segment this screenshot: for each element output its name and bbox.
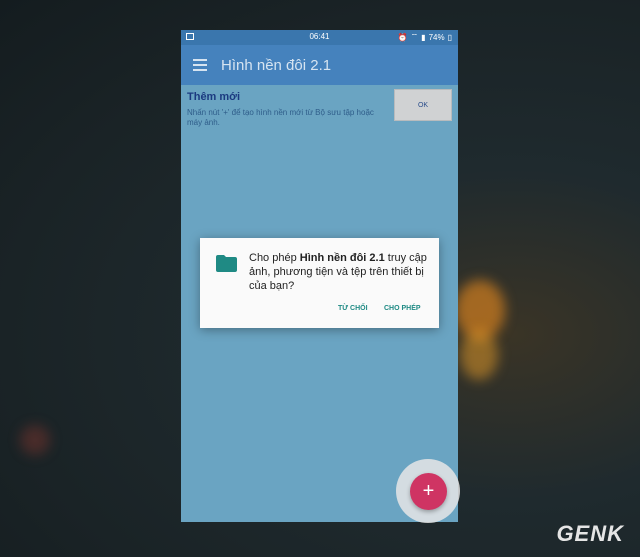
content-title: Thêm mới — [187, 91, 241, 103]
battery-percent: 74% — [428, 32, 445, 42]
dialog-app-name: Hình nền đôi 2.1 — [299, 252, 385, 264]
genk-watermark-logo: GENK — [556, 521, 624, 546]
status-bar: 06:41 ⏰ ⌔ ▮ 74% ▯ — [181, 30, 458, 45]
background-bokeh — [460, 330, 498, 380]
status-icons: ⏰ ⌔ ▮ 74% ▯ — [398, 32, 452, 42]
permission-dialog: Cho phép Hình nền đôi 2.1 truy cập ảnh, … — [200, 238, 439, 328]
background-bokeh — [20, 425, 50, 455]
allow-button[interactable]: CHO PHÉP — [384, 305, 421, 312]
app-bar: Hình nền đôi 2.1 — [181, 45, 458, 85]
deny-button[interactable]: TỪ CHỐI — [338, 305, 368, 312]
battery-icon: ▯ — [447, 32, 452, 42]
signal-icon: ▮ — [421, 32, 426, 42]
app-title: Hình nền đôi 2.1 — [221, 56, 332, 74]
add-fab-button[interactable]: + — [410, 473, 447, 510]
ok-button[interactable]: OK — [394, 89, 452, 121]
folder-icon — [216, 255, 237, 272]
wifi-icon: ⌔ — [410, 32, 419, 41]
content-description: Nhấn nút '+' để tạo hình nền mới từ Bộ s… — [187, 108, 374, 127]
dialog-message: Cho phép Hình nền đôi 2.1 truy cập ảnh, … — [249, 252, 427, 292]
hamburger-menu-icon[interactable] — [193, 59, 207, 71]
alarm-icon: ⏰ — [397, 32, 408, 42]
